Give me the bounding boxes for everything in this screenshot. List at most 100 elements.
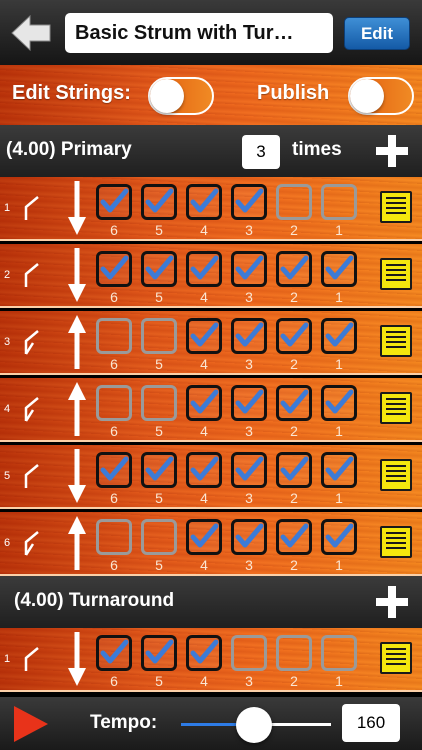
add-row-button[interactable] [376,586,408,618]
notes-icon[interactable] [380,526,412,558]
check-icon [325,255,354,280]
string-number: 1 [335,356,343,372]
string-checkbox[interactable] [321,318,357,354]
check-icon [100,188,129,213]
string-checkbox[interactable] [96,519,132,555]
string-number: 1 [335,490,343,506]
options-bar: Edit Strings: Publish [0,65,422,125]
downstroke-icon[interactable] [22,463,44,489]
string-checkbox[interactable] [276,385,312,421]
string-checkbox[interactable] [321,635,357,671]
string-checkbox[interactable] [141,251,177,287]
edit-strings-switch[interactable] [148,77,214,115]
notes-icon[interactable] [380,191,412,223]
string-number: 6 [110,222,118,238]
publish-label: Publish [257,82,330,104]
notes-icon[interactable] [380,392,412,424]
check-icon [235,188,264,213]
string-checkbox[interactable] [186,251,222,287]
string-checkbox[interactable] [276,635,312,671]
notes-icon[interactable] [380,459,412,491]
string-checkbox[interactable] [231,251,267,287]
tempo-value-field[interactable]: 160 [342,704,400,742]
string-checkbox[interactable] [276,318,312,354]
notes-icon[interactable] [380,325,412,357]
string-checkbox[interactable] [321,519,357,555]
check-icon [280,322,309,347]
arrow-up-icon[interactable] [68,315,86,369]
string-checkbox[interactable] [276,251,312,287]
string-checkbox[interactable] [141,519,177,555]
notes-icon[interactable] [380,642,412,674]
string-checkbox[interactable] [231,184,267,220]
string-checkbox[interactable] [231,635,267,671]
downstroke-icon[interactable] [22,195,44,221]
string-number: 1 [335,222,343,238]
publish-switch[interactable] [348,77,414,115]
arrow-down-icon[interactable] [68,181,86,235]
play-button[interactable] [14,706,48,742]
string-checkbox[interactable] [186,184,222,220]
string-checkbox[interactable] [141,318,177,354]
upstroke-icon[interactable] [22,396,44,422]
string-number: 1 [335,673,343,689]
arrow-down-icon[interactable] [68,632,86,686]
check-icon [325,523,354,548]
notes-icon[interactable] [380,258,412,290]
string-number: 6 [110,490,118,506]
string-checkbox[interactable] [321,184,357,220]
string-checkbox[interactable] [96,184,132,220]
string-checkbox[interactable] [321,452,357,488]
check-icon [280,523,309,548]
pattern-title-field[interactable]: Basic Strum with Tur… [65,13,333,53]
downstroke-icon[interactable] [22,646,44,672]
string-checkbox[interactable] [321,385,357,421]
back-arrow-icon [11,14,51,52]
string-checkbox[interactable] [276,184,312,220]
tempo-label: Tempo: [90,712,158,733]
check-icon [145,639,174,664]
string-checkbox[interactable] [141,385,177,421]
string-checkbox[interactable] [186,519,222,555]
string-checkbox[interactable] [141,184,177,220]
string-checkbox[interactable] [231,318,267,354]
edit-strings-label: Edit Strings: [12,82,131,104]
string-checkbox[interactable] [96,452,132,488]
edit-button[interactable]: Edit [344,17,410,50]
string-number: 5 [155,423,163,439]
string-checkbox[interactable] [231,519,267,555]
downstroke-icon[interactable] [22,262,44,288]
string-checkbox[interactable] [231,452,267,488]
string-number: 6 [110,423,118,439]
strum-row: 4 6 5 4 3 2 1 [0,378,422,442]
string-checkbox[interactable] [186,385,222,421]
string-checkbox[interactable] [186,452,222,488]
string-checkbox[interactable] [276,452,312,488]
string-checkbox[interactable] [96,385,132,421]
string-checkbox[interactable] [96,635,132,671]
strum-row: 2 6 5 4 3 2 1 [0,244,422,308]
string-checkbox[interactable] [321,251,357,287]
check-icon [235,255,264,280]
arrow-down-icon[interactable] [68,248,86,302]
string-checkbox[interactable] [276,519,312,555]
string-checkbox[interactable] [96,251,132,287]
arrow-up-icon[interactable] [68,382,86,436]
string-checkbox[interactable] [186,635,222,671]
string-checkbox[interactable] [141,452,177,488]
arrow-down-icon[interactable] [68,449,86,503]
arrow-up-icon[interactable] [68,516,86,570]
upstroke-icon[interactable] [22,329,44,355]
add-row-button[interactable] [376,135,408,167]
string-number: 1 [335,423,343,439]
string-checkbox[interactable] [186,318,222,354]
string-checkbox[interactable] [96,318,132,354]
upstroke-icon[interactable] [22,530,44,556]
check-icon [280,255,309,280]
row-number: 3 [4,336,11,348]
string-checkbox[interactable] [231,385,267,421]
tempo-slider-knob[interactable] [236,707,272,743]
string-checkbox[interactable] [141,635,177,671]
back-arrow-button[interactable] [10,14,52,52]
repeat-count-field[interactable]: 3 [242,135,280,169]
